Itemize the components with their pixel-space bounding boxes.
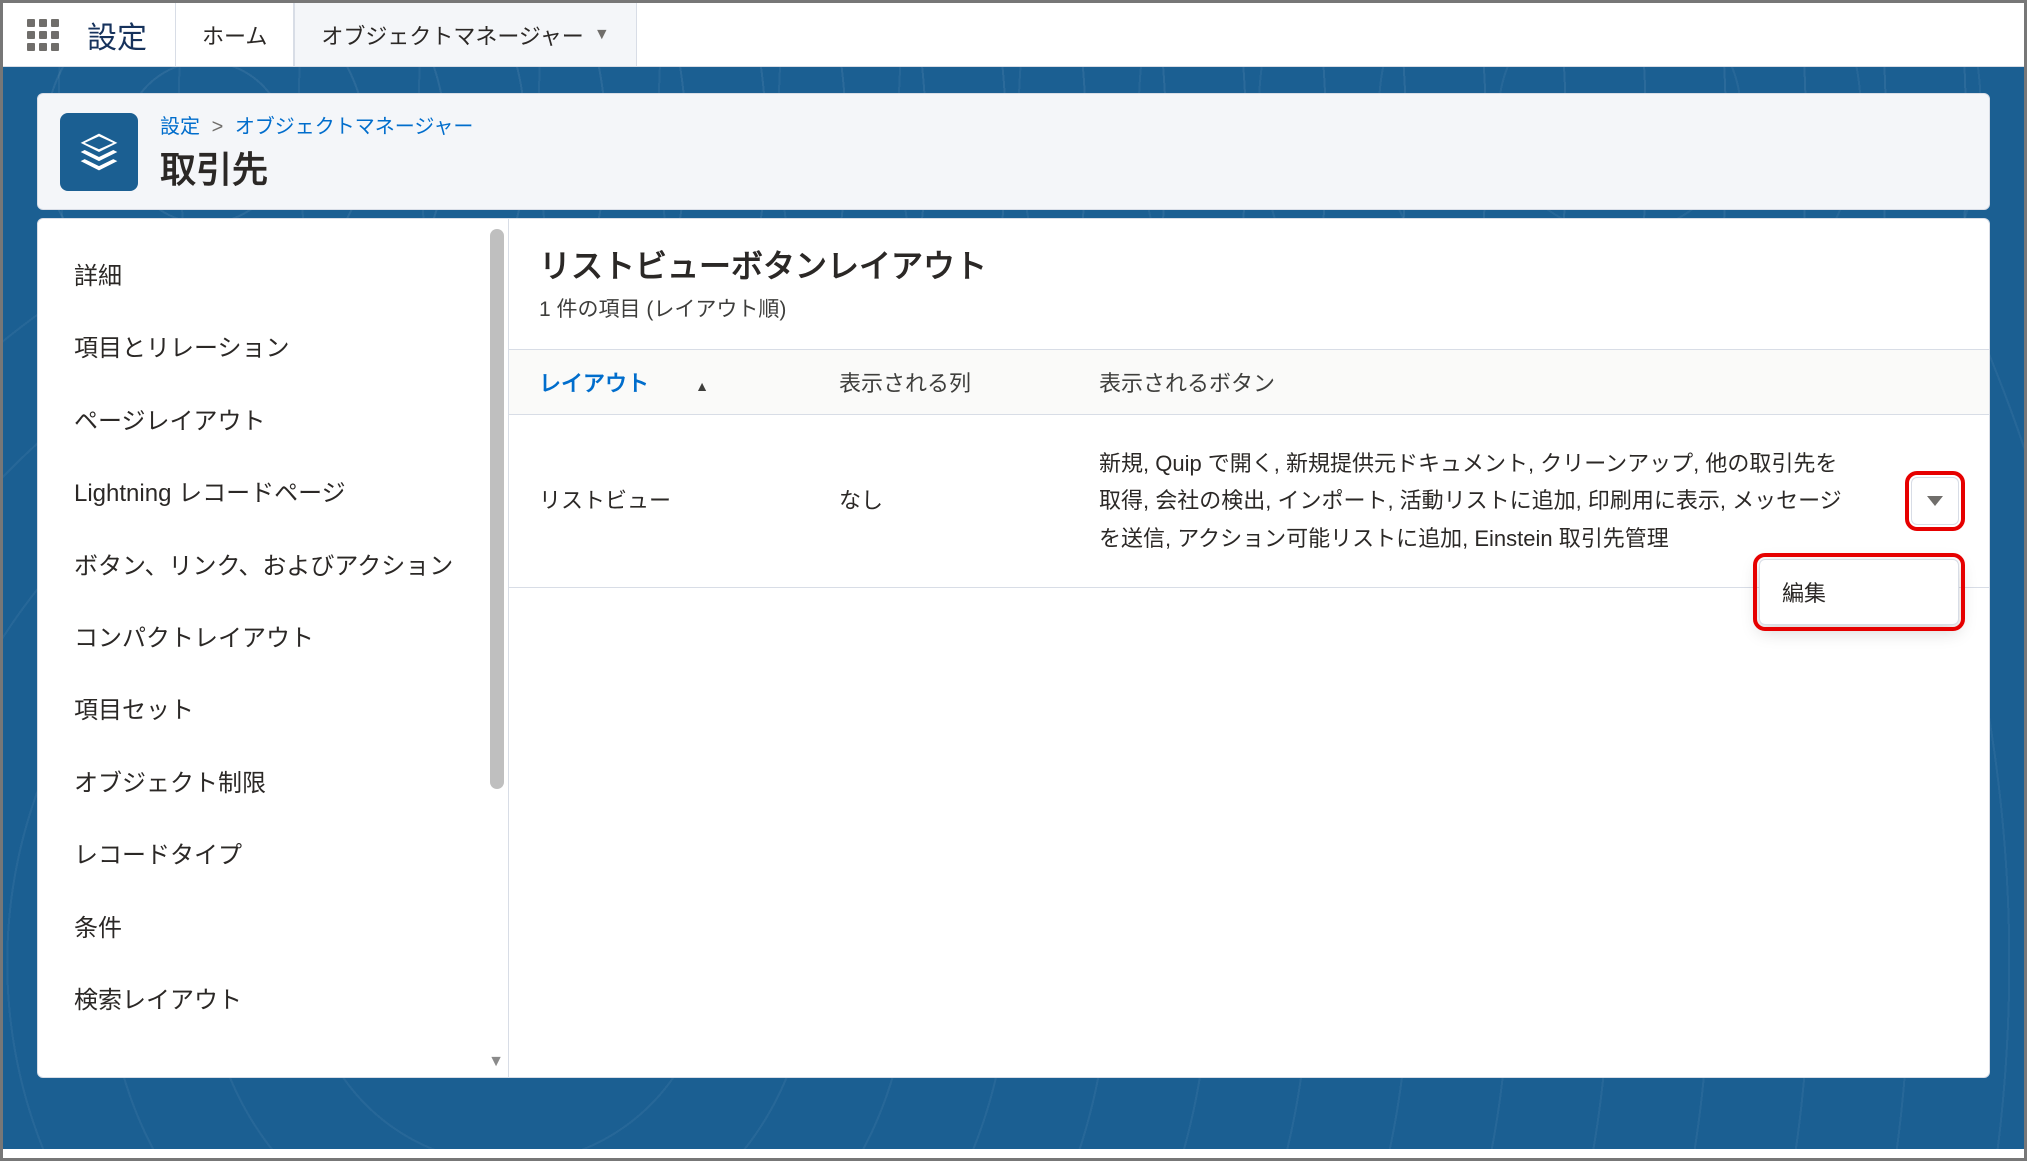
breadcrumb-current[interactable]: オブジェクトマネージャー	[235, 116, 474, 138]
app-window: 設定 ホーム オブジェクトマネージャー ▼ 設定 > オブジェクトマネージャー …	[0, 0, 2027, 1161]
tab-home[interactable]: ホーム	[175, 3, 294, 66]
sidebar-scrollbar[interactable]	[490, 229, 504, 789]
chevron-down-icon: ▼	[594, 26, 610, 44]
sidebar-item-details[interactable]: 詳細	[38, 241, 508, 313]
content-area: 詳細 項目とリレーション ページレイアウト Lightning レコードページ …	[3, 218, 2024, 1149]
listview-layout-table: レイアウト ▲ 表示される列 表示されるボタン	[509, 349, 1989, 588]
sidebar-item-compact-layouts[interactable]: コンパクトレイアウト	[38, 603, 508, 675]
sidebar-item-label: 検索レイアウト	[74, 987, 242, 1014]
sidebar-item-label: レコードタイプ	[74, 842, 242, 869]
tab-home-label: ホーム	[202, 19, 267, 51]
sidebar-item-record-types[interactable]: レコードタイプ	[38, 820, 508, 892]
object-icon	[60, 113, 138, 191]
sidebar-item-search-layouts[interactable]: 検索レイアウト	[38, 965, 508, 1037]
sidebar-item-page-layouts[interactable]: ページレイアウト	[38, 386, 508, 458]
top-nav: 設定 ホーム オブジェクトマネージャー ▼	[3, 3, 2024, 67]
section-subtitle: 1 件の項目 (レイアウト順)	[509, 287, 1989, 349]
sidebar-item-label: ページレイアウト	[74, 408, 266, 435]
sidebar-item-label: 詳細	[74, 263, 122, 290]
waffle-icon	[27, 19, 59, 51]
col-header-label: レイアウト	[539, 371, 649, 396]
section-title: リストビューボタンレイアウト	[509, 241, 1989, 287]
dropdown-item-edit[interactable]: 編集	[1760, 560, 1958, 624]
header-band: 設定 > オブジェクトマネージャー 取引先	[3, 67, 2024, 218]
layers-icon	[77, 130, 121, 174]
sidebar-item-field-sets[interactable]: 項目セット	[38, 675, 508, 747]
caret-down-icon	[1927, 496, 1943, 506]
sidebar-item-label: 項目とリレーション	[74, 335, 290, 362]
breadcrumb: 設定 > オブジェクトマネージャー	[160, 110, 473, 139]
tab-object-manager-label: オブジェクトマネージャー	[321, 19, 583, 51]
sidebar-item-label: ボタン、リンク、およびアクション	[74, 553, 453, 580]
cell-displayed-columns: なし	[809, 415, 1069, 588]
row-actions-dropdown: 編集	[1759, 559, 1959, 625]
page-title: 取引先	[160, 141, 473, 193]
col-header-label: 表示されるボタン	[1099, 371, 1275, 396]
sidebar-item-label: Lightning レコードページ	[74, 480, 346, 507]
sidebar-item-buttons-links-actions[interactable]: ボタン、リンク、およびアクション	[38, 531, 508, 603]
sidebar: 詳細 項目とリレーション ページレイアウト Lightning レコードページ …	[37, 218, 509, 1078]
col-header-displayed-columns[interactable]: 表示される列	[809, 350, 1069, 415]
sidebar-item-label: 項目セット	[74, 697, 194, 724]
col-header-layout[interactable]: レイアウト ▲	[509, 350, 809, 415]
app-launcher-button[interactable]	[3, 3, 83, 66]
sidebar-item-fields[interactable]: 項目とリレーション	[38, 313, 508, 385]
sort-asc-icon: ▲	[695, 378, 709, 394]
sidebar-item-label: コンパクトレイアウト	[74, 625, 314, 652]
breadcrumb-root[interactable]: 設定	[160, 116, 200, 138]
breadcrumb-separator: >	[212, 116, 224, 138]
sidebar-item-conditions[interactable]: 条件	[38, 893, 508, 965]
app-title: 設定	[83, 3, 175, 66]
sidebar-item-label: 条件	[74, 915, 122, 942]
page-header: 設定 > オブジェクトマネージャー 取引先	[37, 93, 1990, 210]
main-panel: リストビューボタンレイアウト 1 件の項目 (レイアウト順) レイアウト ▲ 表…	[509, 218, 1990, 1078]
sidebar-item-lightning-pages[interactable]: Lightning レコードページ	[38, 458, 508, 530]
col-header-label: 表示される列	[839, 371, 971, 396]
sidebar-item-object-limits[interactable]: オブジェクト制限	[38, 748, 508, 820]
sidebar-item-label: オブジェクト制限	[74, 770, 266, 797]
tab-object-manager[interactable]: オブジェクトマネージャー ▼	[294, 3, 636, 66]
sidebar-scroll-down-icon[interactable]: ▼	[488, 1053, 504, 1071]
col-header-actions	[1881, 350, 1989, 415]
cell-layout: リストビュー	[509, 415, 809, 588]
col-header-displayed-buttons[interactable]: 表示されるボタン	[1069, 350, 1881, 415]
dropdown-item-label: 編集	[1782, 581, 1826, 606]
row-actions-button[interactable]	[1911, 477, 1959, 525]
